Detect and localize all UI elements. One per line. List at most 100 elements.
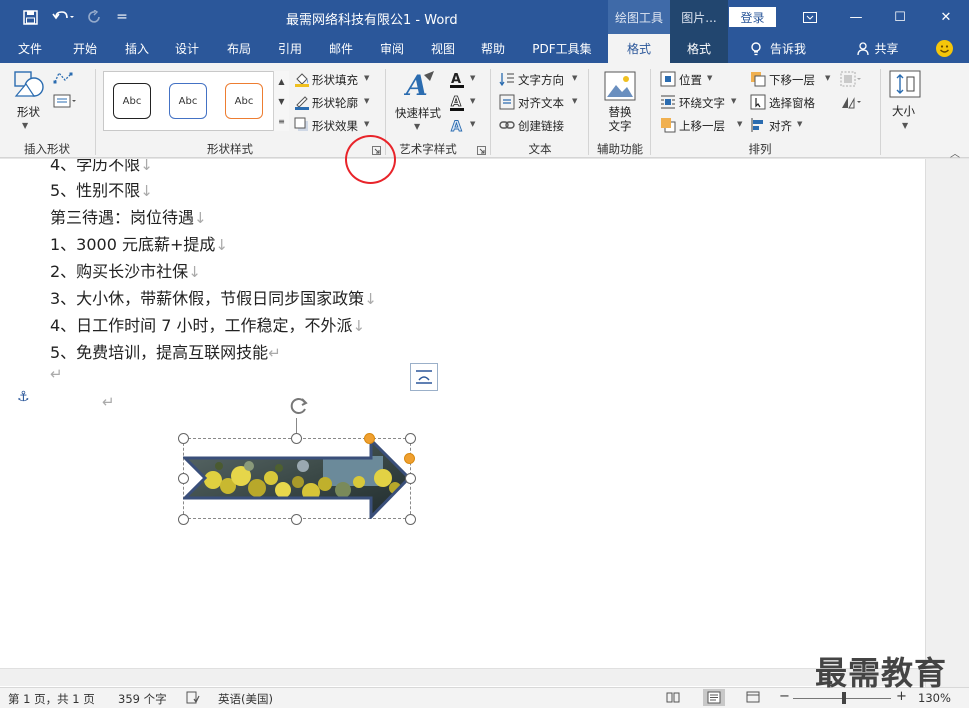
send-backward-icon[interactable]	[750, 71, 766, 90]
size-icon[interactable]	[889, 70, 921, 101]
create-link-icon[interactable]	[499, 118, 515, 135]
resize-handle-right[interactable]	[405, 473, 416, 484]
quick-styles-dropdown-icon[interactable]: ▼	[414, 122, 420, 131]
page-count[interactable]: 第 1 页，共 1 页	[8, 691, 95, 707]
tab-design[interactable]: 设计	[164, 34, 210, 63]
edit-shape-icon[interactable]	[53, 70, 77, 89]
document-canvas[interactable]: 4、学历不限↓ 5、性别不限↓ 第三待遇：岗位待遇↓ 1、3000 元底薪+提成…	[0, 159, 925, 687]
wordart-dialog-launcher-icon[interactable]	[477, 146, 486, 155]
arrow-shape-picture[interactable]	[181, 436, 412, 522]
text-direction-icon[interactable]	[499, 71, 515, 90]
print-layout-icon[interactable]	[703, 689, 725, 706]
align-text-button[interactable]: 对齐文本	[518, 95, 564, 111]
quick-styles-button[interactable]: 快速样式	[395, 105, 441, 121]
shape-effects-icon[interactable]	[294, 117, 310, 136]
shape-fill-button[interactable]: 形状填充	[312, 72, 358, 88]
tab-mailings[interactable]: 邮件	[318, 34, 364, 63]
vertical-scrollbar[interactable]	[925, 159, 969, 687]
bring-forward-button[interactable]: 上移一层	[679, 118, 725, 134]
shape-style-preset-2[interactable]: Abc	[169, 83, 207, 119]
tab-layout[interactable]: 布局	[216, 34, 262, 63]
shape-effects-button[interactable]: 形状效果	[312, 118, 358, 134]
align-icon[interactable]	[750, 117, 766, 136]
align-dropdown-icon[interactable]: ▼	[797, 120, 802, 128]
shape-outline-button[interactable]: 形状轮廓	[312, 95, 358, 111]
selection-pane-button[interactable]: 选择窗格	[769, 95, 815, 111]
text-effects-icon[interactable]: A	[449, 117, 467, 138]
zoom-out-button[interactable]: −	[779, 689, 790, 704]
tab-references[interactable]: 引用	[267, 34, 313, 63]
share-button[interactable]: 共享	[850, 34, 906, 63]
close-button[interactable]: ✕	[923, 0, 969, 34]
gallery-more-icon[interactable]: ≡	[274, 111, 289, 131]
rotate-objects-icon[interactable]	[840, 94, 862, 113]
collapse-ribbon-icon[interactable]: ︿	[950, 145, 960, 160]
minimize-button[interactable]: —	[833, 0, 879, 34]
proofing-icon[interactable]	[186, 691, 200, 707]
layout-options-icon[interactable]	[410, 363, 438, 391]
resize-handle-top-right[interactable]	[405, 433, 416, 444]
text-outline-icon[interactable]: A	[449, 94, 467, 115]
shape-style-preset-1[interactable]: Abc	[113, 83, 151, 119]
quick-styles-icon[interactable]: A	[403, 69, 436, 104]
wrap-text-button[interactable]: 环绕文字	[679, 95, 725, 111]
text-outline-dropdown-icon[interactable]: ▼	[470, 97, 475, 105]
resize-handle-top-left[interactable]	[178, 433, 189, 444]
tell-me-search[interactable]: 告诉我	[742, 34, 814, 63]
undo-icon[interactable]	[48, 0, 78, 34]
gallery-scroll-up-icon[interactable]: ▲	[274, 71, 289, 91]
tab-review[interactable]: 审阅	[369, 34, 415, 63]
position-dropdown-icon[interactable]: ▼	[707, 74, 712, 82]
resize-handle-left[interactable]	[178, 473, 189, 484]
alt-text-icon[interactable]	[604, 71, 636, 104]
bring-forward-dropdown-icon[interactable]: ▼	[737, 120, 742, 128]
send-backward-dropdown-icon[interactable]: ▼	[825, 74, 830, 82]
customize-quick-access-icon[interactable]: =	[112, 0, 132, 34]
tab-home[interactable]: 开始	[62, 34, 108, 63]
alt-text-button[interactable]: 替换文字	[608, 105, 632, 133]
resize-handle-bottom-right[interactable]	[405, 514, 416, 525]
shape-effects-dropdown-icon[interactable]: ▼	[364, 120, 369, 128]
horizontal-scrollbar[interactable]	[0, 668, 925, 686]
shape-fill-icon[interactable]	[294, 71, 310, 90]
text-fill-dropdown-icon[interactable]: ▼	[470, 74, 475, 82]
shape-outline-dropdown-icon[interactable]: ▼	[364, 97, 369, 105]
group-objects-icon[interactable]	[840, 71, 862, 90]
size-button[interactable]: 大小	[892, 103, 915, 119]
shapes-gallery-icon[interactable]	[12, 69, 46, 102]
bring-forward-icon[interactable]	[660, 117, 676, 136]
save-icon[interactable]	[18, 0, 42, 34]
read-mode-icon[interactable]	[666, 691, 680, 706]
selection-pane-icon[interactable]	[750, 94, 766, 113]
maximize-button[interactable]: ☐	[877, 0, 923, 34]
tab-drawing-format[interactable]: 格式	[608, 34, 670, 63]
send-backward-button[interactable]: 下移一层	[769, 72, 815, 88]
draw-text-box-icon[interactable]	[53, 93, 77, 112]
shape-fill-dropdown-icon[interactable]: ▼	[364, 74, 369, 82]
shape-style-preset-3[interactable]: Abc	[225, 83, 263, 119]
shapes-button-label[interactable]: 形状	[17, 104, 40, 120]
position-button[interactable]: 位置	[679, 72, 702, 88]
tab-pdf-tools[interactable]: PDF工具集	[524, 34, 600, 63]
tab-insert[interactable]: 插入	[114, 34, 160, 63]
align-text-icon[interactable]	[499, 94, 515, 113]
size-dropdown-icon[interactable]: ▼	[902, 121, 908, 130]
word-count[interactable]: 359 个字	[118, 691, 167, 707]
text-effects-dropdown-icon[interactable]: ▼	[470, 120, 475, 128]
align-text-dropdown-icon[interactable]: ▼	[572, 97, 577, 105]
tab-file[interactable]: 文件	[8, 34, 52, 63]
text-direction-button[interactable]: 文字方向	[518, 72, 564, 88]
language-indicator[interactable]: 英语(美国)	[218, 691, 273, 707]
align-button[interactable]: 对齐	[769, 118, 792, 134]
tab-help[interactable]: 帮助	[470, 34, 516, 63]
login-button[interactable]: 登录	[729, 7, 776, 27]
create-link-button[interactable]: 创建链接	[518, 118, 564, 134]
resize-handle-top[interactable]	[291, 433, 302, 444]
text-direction-dropdown-icon[interactable]: ▼	[572, 74, 577, 82]
tab-view[interactable]: 视图	[420, 34, 466, 63]
wrap-text-dropdown-icon[interactable]: ▼	[731, 97, 736, 105]
text-fill-icon[interactable]: A	[449, 71, 467, 92]
shape-outline-icon[interactable]	[294, 94, 310, 113]
web-layout-icon[interactable]	[746, 691, 760, 706]
redo-icon[interactable]	[84, 0, 106, 34]
